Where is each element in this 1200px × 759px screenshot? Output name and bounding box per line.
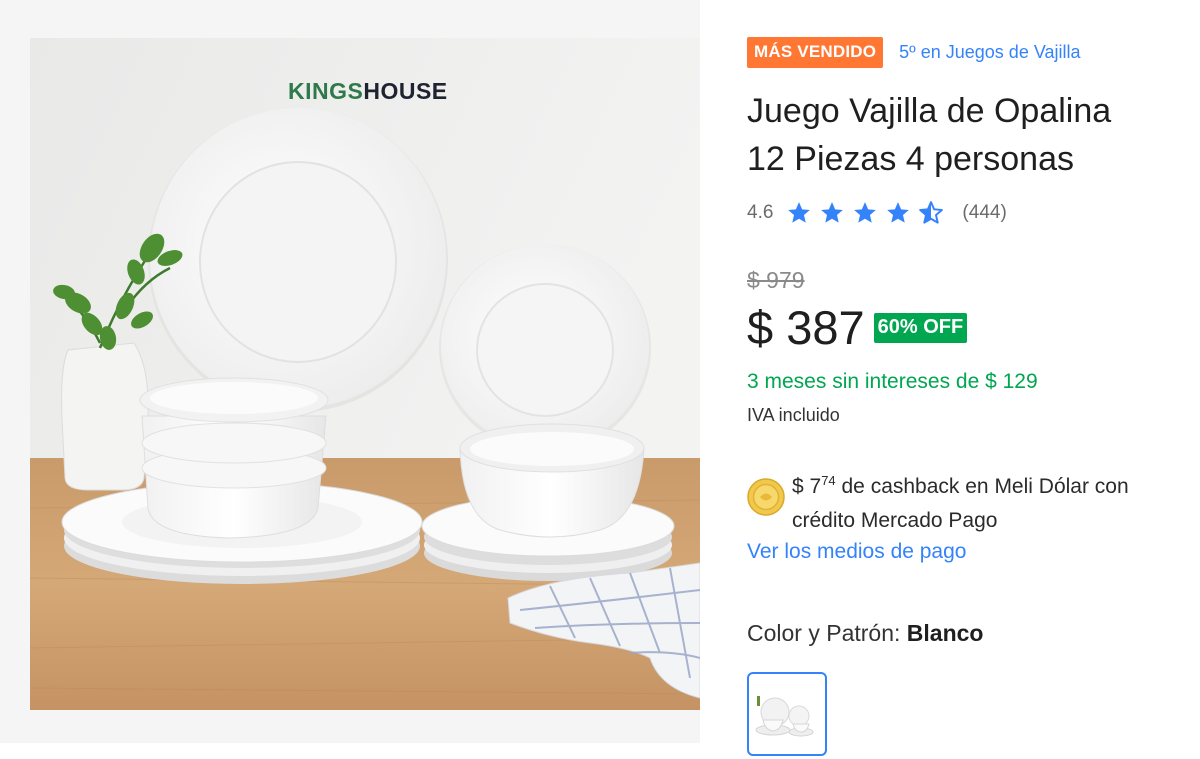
product-title-line-1: Juego Vajilla de Opalina (747, 92, 1112, 130)
star-icon (887, 202, 910, 223)
star-icon (854, 202, 877, 223)
star-icon (821, 202, 844, 223)
star-half-icon (919, 201, 944, 224)
badge-row: MÁS VENDIDO 5º en Juegos de Vajilla (747, 37, 1081, 68)
original-price: $ 979 (747, 267, 805, 293)
ranking-link[interactable]: 5º en Juegos de Vajilla (899, 42, 1080, 63)
variant-thumbnail-blanco[interactable] (747, 672, 827, 756)
variant-thumbnail-image (755, 696, 814, 737)
page-background-left (0, 0, 30, 743)
product-title: Juego Vajilla de Opalina 12 Piezas 4 per… (747, 87, 1200, 183)
dinnerware-photo (30, 38, 700, 710)
variant-selected-value: Blanco (906, 620, 984, 646)
rating-value: 4.6 (747, 202, 774, 223)
page-background (0, 0, 700, 38)
meli-dollar-coin-icon (747, 478, 785, 516)
tax-note: IVA incluido (747, 405, 840, 425)
page-background-bottom (0, 710, 700, 743)
product-info-panel: MÁS VENDIDO 5º en Juegos de Vajilla Jueg… (747, 0, 1200, 756)
product-main-image[interactable]: KINGSHOUSE (30, 38, 700, 710)
installments-info: 3 meses sin intereses de $ 129 (747, 370, 1038, 393)
review-count: (444) (962, 202, 1007, 223)
rating-summary[interactable]: 4.6 (444) (747, 200, 1007, 226)
brand-logo: KINGSHOUSE (288, 78, 448, 104)
best-seller-badge: MÁS VENDIDO (747, 37, 884, 68)
current-price: $ 387 (747, 301, 865, 354)
discount-badge: 60% OFF (873, 313, 968, 343)
variant-selector-label: Color y Patrón: Blanco (747, 620, 984, 646)
star-icon (788, 202, 811, 223)
cashback-text: $ 774 de cashback en Meli Dólar con créd… (792, 473, 1129, 532)
payment-methods-link[interactable]: Ver los medios de pago (747, 540, 966, 564)
product-title-line-2: 12 Piezas 4 personas (747, 140, 1074, 178)
price-row: $ 387 60% OFF (747, 300, 968, 356)
star-rating (785, 200, 950, 226)
